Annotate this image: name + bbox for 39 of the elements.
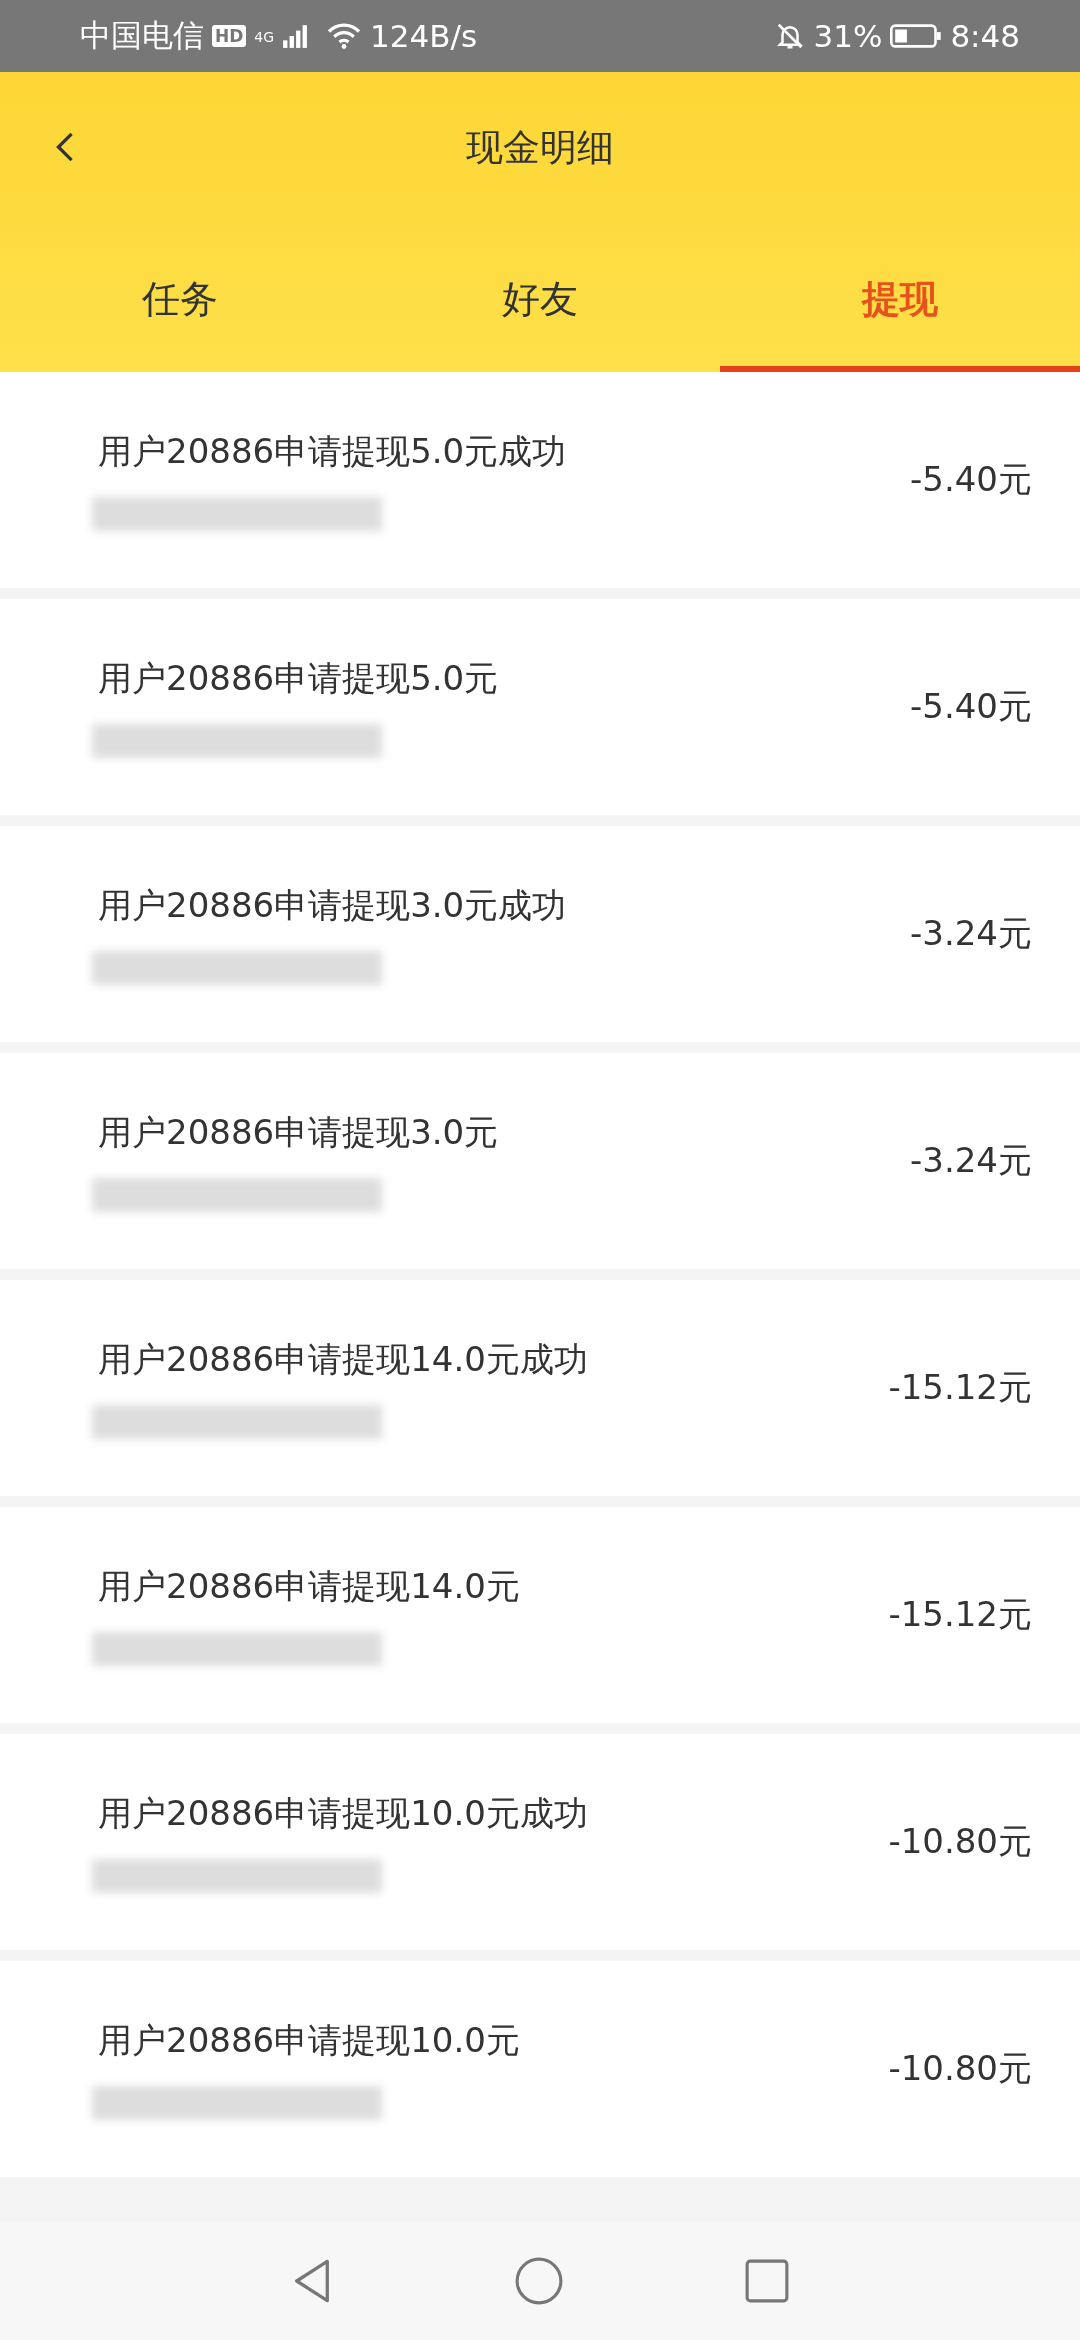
record-row[interactable]: 用户20886申请提现10.0元 -10.80元 [0,1961,1080,2177]
network-type: 4G [254,29,275,45]
record-amount: -10.80元 [888,2047,1032,2090]
wifi-icon [326,21,363,51]
record-amount: -10.80元 [888,1820,1032,1863]
record-title: 用户20886申请提现14.0元 [98,1565,520,1608]
tab[interactable]: 任务 [0,224,360,372]
record-amount: -15.12元 [888,1593,1032,1636]
record-row[interactable]: 用户20886申请提现5.0元成功 -5.40元 [0,372,1080,588]
home-nav-icon[interactable] [514,2256,564,2306]
tab[interactable]: 好友 [360,224,720,372]
record-amount: -5.40元 [910,685,1032,728]
battery-percent: 31% [813,18,883,54]
battery-icon [890,23,943,49]
record-row[interactable]: 用户20886申请提现14.0元成功 -15.12元 [0,1280,1080,1496]
record-row[interactable]: 用户20886申请提现5.0元 -5.40元 [0,599,1080,815]
recents-nav-icon[interactable] [744,2258,790,2304]
record-amount: -3.24元 [910,912,1032,955]
record-title: 用户20886申请提现14.0元成功 [98,1338,588,1381]
record-row[interactable]: 用户20886申请提现10.0元成功 -10.80元 [0,1734,1080,1950]
record-row[interactable]: 用户20886申请提现14.0元 -15.12元 [0,1507,1080,1723]
record-title: 用户20886申请提现5.0元成功 [98,430,567,473]
signal-icon [282,23,309,49]
record-title: 用户20886申请提现3.0元成功 [98,884,567,927]
record-amount: -15.12元 [888,1366,1032,1409]
network-speed: 124B/s [370,18,478,54]
record-title: 用户20886申请提现10.0元 [98,2019,520,2062]
hd-badge: HD [212,25,247,47]
carrier-name: 中国电信 [80,16,204,55]
record-amount: -3.24元 [910,1139,1032,1182]
clock: 8:48 [950,18,1020,54]
record-title: 用户20886申请提现10.0元成功 [98,1792,588,1835]
muted-bell-icon [775,21,806,51]
record-row[interactable]: 用户20886申请提现3.0元成功 -3.24元 [0,826,1080,1042]
record-title: 用户20886申请提现3.0元 [98,1111,499,1154]
record-title: 用户20886申请提现5.0元 [98,657,499,700]
record-row[interactable]: 用户20886申请提现3.0元 -3.24元 [0,1053,1080,1269]
record-amount: -5.40元 [910,458,1032,501]
page-title: 现金明细 [466,125,614,171]
